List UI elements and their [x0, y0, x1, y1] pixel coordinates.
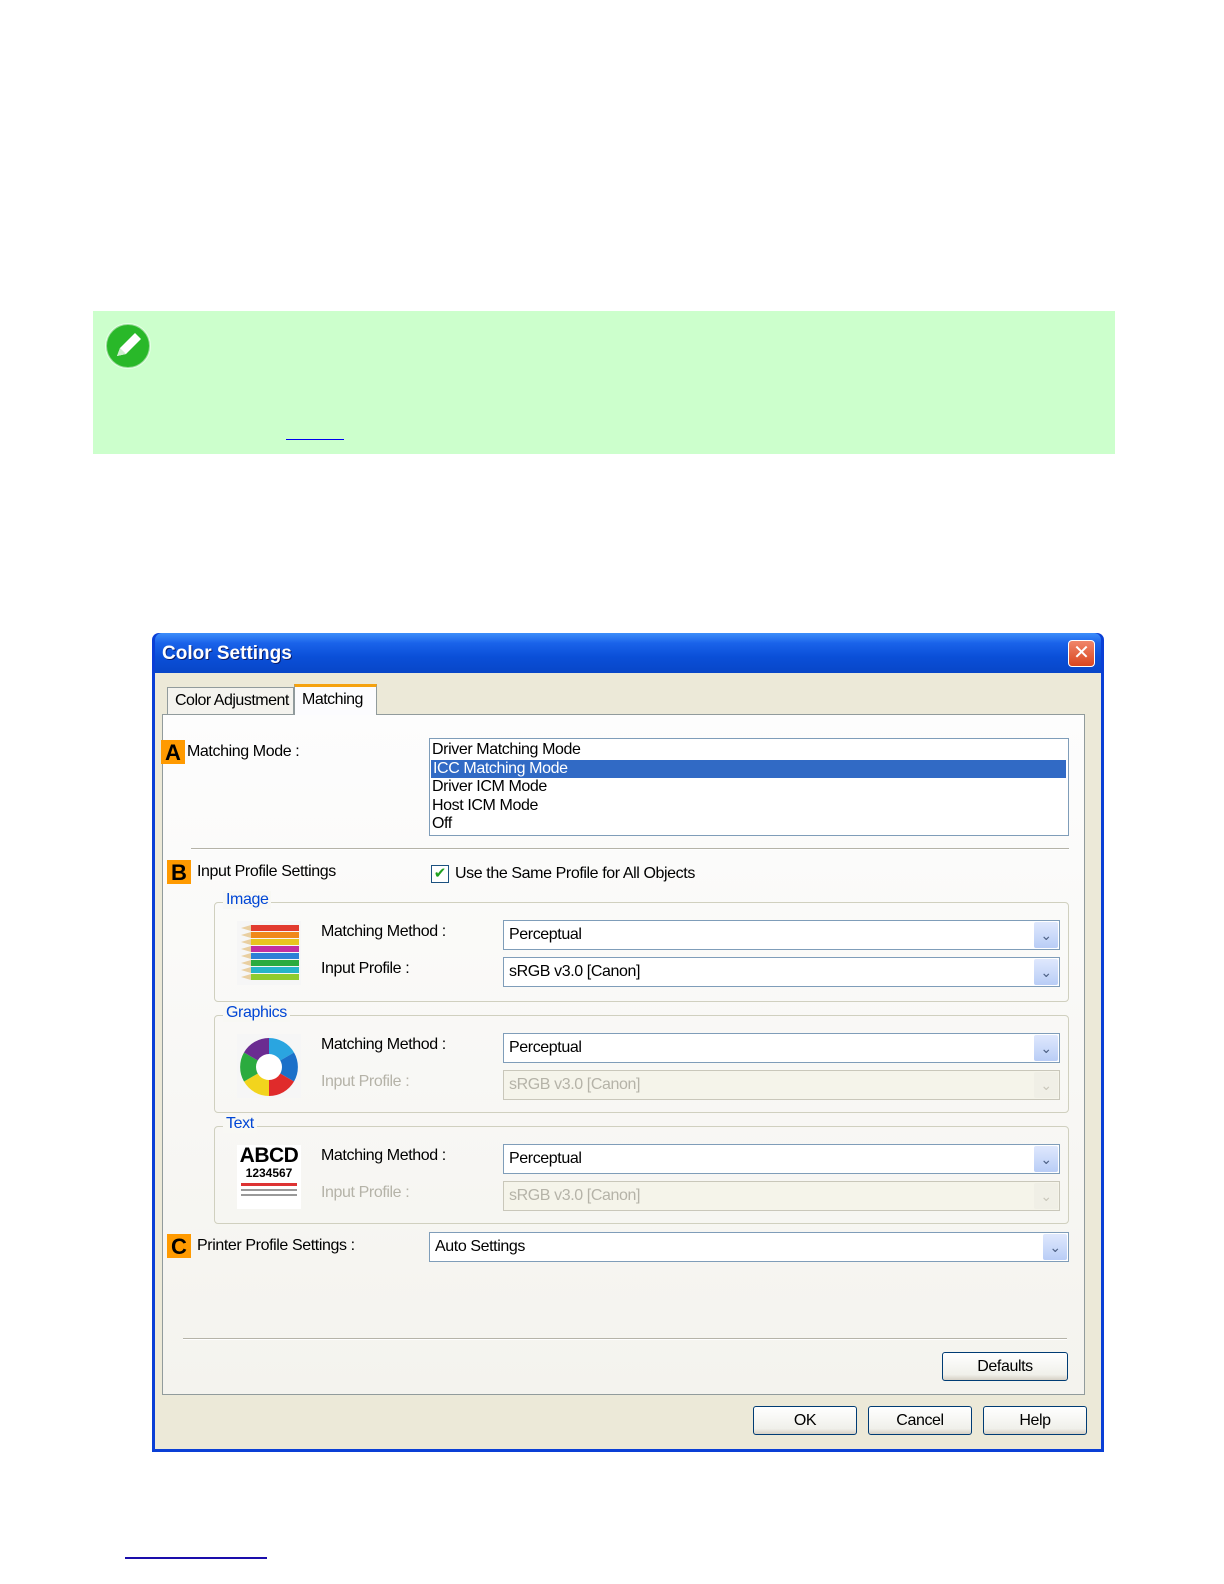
dialog-title: Color Settings: [162, 643, 292, 664]
graphics-group-title: Graphics: [223, 1004, 290, 1022]
chevron-down-icon: ⌄: [1034, 1183, 1058, 1209]
marker-c: C: [167, 1234, 191, 1259]
text-matching-method-select[interactable]: Perceptual ⌄: [503, 1144, 1060, 1174]
help-button[interactable]: Help: [983, 1406, 1087, 1435]
printer-profile-value: Auto Settings: [435, 1238, 525, 1255]
image-input-profile-label: Input Profile :: [321, 960, 410, 977]
graphics-input-profile-label: Input Profile :: [321, 1073, 410, 1090]
chevron-down-icon[interactable]: ⌄: [1034, 959, 1058, 985]
text-input-profile-label: Input Profile :: [321, 1184, 410, 1201]
tab-matching[interactable]: Matching: [294, 684, 377, 715]
close-button[interactable]: ✕: [1068, 640, 1095, 667]
text-input-profile-select: sRGB v3.0 [Canon] ⌄: [503, 1181, 1060, 1211]
graphics-matching-method-label: Matching Method :: [321, 1036, 446, 1053]
text-matching-method-label: Matching Method :: [321, 1147, 446, 1164]
marker-a: A: [161, 740, 185, 765]
image-matching-method-label: Matching Method :: [321, 923, 446, 940]
note-box: [93, 311, 1115, 454]
same-profile-checkbox[interactable]: ✔: [431, 865, 449, 883]
checkmark-icon: ✔: [433, 865, 447, 882]
pencil-note-icon: [105, 323, 151, 369]
graphics-matching-method-value: Perceptual: [509, 1039, 582, 1056]
image-matching-method-value: Perceptual: [509, 926, 582, 943]
text-input-profile-value: sRGB v3.0 [Canon]: [509, 1187, 641, 1204]
chevron-down-icon[interactable]: ⌄: [1034, 922, 1058, 948]
matching-tab-panel: A Matching Mode : Driver Matching Mode I…: [161, 714, 1085, 1395]
image-input-profile-value: sRGB v3.0 [Canon]: [509, 963, 641, 980]
chevron-down-icon: ⌄: [1034, 1072, 1058, 1098]
text-group-title: Text: [223, 1115, 257, 1133]
color-pencils-thumbnail: [237, 921, 301, 985]
dialog-client-area: Color Adjustment Matching A Matching Mod…: [155, 673, 1101, 1449]
thumb-text-line1: ABCD: [239, 1144, 299, 1167]
image-group: Image Matching Method: Perceptual ⌄ Inp…: [214, 891, 1069, 1002]
text-sample-thumbnail: ABCD 1234567: [237, 1145, 301, 1209]
same-profile-checkbox-label[interactable]: Use the Same Profile for All Objects: [455, 865, 695, 883]
title-bar: Color Settings ✕: [155, 633, 1101, 673]
graphics-input-profile-value: sRGB v3.0 [Canon]: [509, 1076, 641, 1093]
text-group: Text ABCD 1234567 Matching Method : Perc…: [214, 1115, 1069, 1224]
printer-profile-select[interactable]: Auto Settings ⌄: [429, 1232, 1069, 1262]
list-item[interactable]: Host ICM Mode: [430, 797, 1068, 816]
list-item[interactable]: Driver Matching Mode: [430, 741, 1068, 760]
ok-button[interactable]: OK: [753, 1406, 857, 1435]
list-item[interactable]: Off: [430, 815, 1068, 834]
note-link[interactable]: [286, 419, 344, 440]
input-profile-settings-label: Input Profile Settings: [197, 863, 336, 880]
graphics-group: Graphics Matching Method : Perceptual ⌄ …: [214, 1004, 1069, 1113]
matching-mode-label: Matching Mode :: [187, 743, 300, 760]
thumb-text-line2: 1234567: [245, 1166, 293, 1180]
list-item-selected[interactable]: ICC Matching Mode: [431, 759, 1066, 778]
chevron-down-icon[interactable]: ⌄: [1043, 1234, 1067, 1260]
divider: [191, 848, 1069, 850]
close-icon: ✕: [1073, 642, 1090, 664]
list-item[interactable]: Driver ICM Mode: [430, 778, 1068, 797]
color-wheel-thumbnail: [237, 1034, 301, 1098]
image-input-profile-select[interactable]: sRGB v3.0 [Canon] ⌄: [503, 957, 1060, 987]
matching-mode-listbox[interactable]: Driver Matching Mode ICC Matching Mode D…: [429, 738, 1069, 836]
bottom-link[interactable]: [125, 1557, 267, 1559]
printer-profile-settings-label: Printer Profile Settings :: [197, 1237, 355, 1254]
divider: [183, 1338, 1067, 1340]
tab-color-adjustment[interactable]: Color Adjustment: [167, 687, 294, 714]
chevron-down-icon[interactable]: ⌄: [1034, 1146, 1058, 1172]
graphics-input-profile-select: sRGB v3.0 [Canon] ⌄: [503, 1070, 1060, 1100]
defaults-button[interactable]: Defaults: [942, 1352, 1068, 1381]
cancel-button[interactable]: Cancel: [868, 1406, 972, 1435]
color-settings-dialog: Color Settings ✕ Color Adjustment Matchi…: [152, 633, 1104, 1452]
graphics-matching-method-select[interactable]: Perceptual ⌄: [503, 1033, 1060, 1063]
marker-b: B: [167, 860, 191, 885]
text-matching-method-value: Perceptual: [509, 1150, 582, 1167]
image-group-title: Image: [223, 891, 272, 909]
image-matching-method-select[interactable]: Perceptual ⌄: [503, 920, 1060, 950]
chevron-down-icon[interactable]: ⌄: [1034, 1035, 1058, 1061]
